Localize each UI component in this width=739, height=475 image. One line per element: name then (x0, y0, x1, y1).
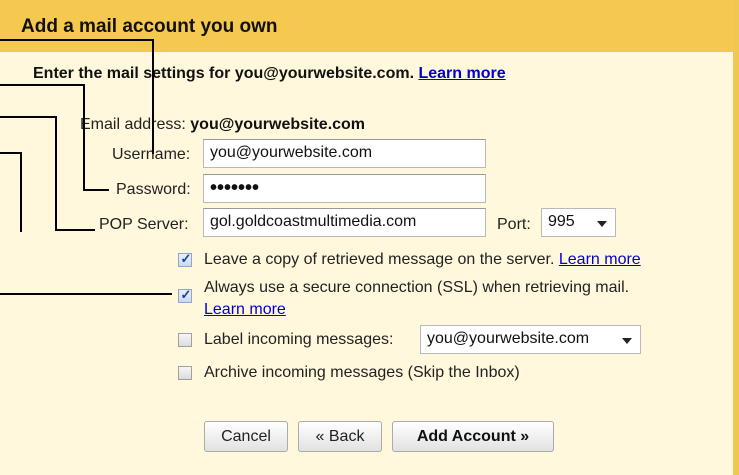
label-select[interactable]: you@yourwebsite.com (420, 325, 641, 354)
dropdown-arrow-icon (622, 338, 632, 344)
callout-line-pop-h (55, 229, 95, 231)
pop-server-label: POP Server: (99, 216, 189, 233)
email-label: Email address: (80, 116, 186, 133)
back-button[interactable]: « Back (298, 421, 382, 452)
label-select-value: you@yourwebsite.com (427, 330, 590, 347)
label-incoming-label: Label incoming messages: (204, 331, 394, 348)
ssl-checkbox[interactable]: ✓ (178, 287, 192, 303)
right-border (733, 0, 739, 475)
archive-checkbox[interactable] (178, 366, 192, 380)
callout-line-port (0, 152, 22, 154)
callout-line-password (0, 84, 85, 86)
dialog-subtitle: Enter the mail settings for you@yourwebs… (33, 65, 506, 83)
email-address-row: Email address: you@yourwebsite.com (80, 116, 365, 134)
port-select[interactable]: 995 (541, 208, 616, 237)
dropdown-arrow-icon (597, 221, 607, 227)
password-value: ••••••• (210, 177, 260, 199)
callout-line-port-v (20, 152, 22, 232)
port-label: Port: (497, 216, 531, 233)
pop-server-input[interactable]: gol.goldcoastmultimedia.com (203, 208, 486, 237)
checkmark-icon: ✓ (180, 251, 192, 266)
password-input[interactable]: ••••••• (203, 174, 486, 203)
email-value: you@yourwebsite.com (190, 116, 366, 133)
subtitle-text: Enter the mail settings for you@yourwebs… (33, 65, 415, 82)
dialog-title: Add a mail account you own (21, 16, 278, 37)
callout-line-ssl (0, 293, 172, 295)
leave-copy-checkbox[interactable]: ✓ (178, 251, 192, 267)
leave-copy-row: Leave a copy of retrieved message on the… (204, 251, 641, 269)
ssl-learn-more-row: Learn more (204, 301, 286, 319)
callout-line-password-v (83, 84, 85, 191)
learn-more-link[interactable]: Learn more (418, 65, 505, 82)
archive-label: Archive incoming messages (Skip the Inbo… (204, 364, 520, 381)
pop-server-value: gol.goldcoastmultimedia.com (210, 213, 417, 230)
cancel-button[interactable]: Cancel (204, 421, 288, 452)
callout-line-password-h (83, 189, 109, 191)
add-account-button[interactable]: Add Account » (392, 421, 554, 452)
checkmark-icon: ✓ (180, 287, 192, 302)
ssl-learn-more-link[interactable]: Learn more (204, 301, 286, 318)
username-input[interactable]: you@yourwebsite.com (203, 139, 486, 168)
label-incoming-checkbox[interactable] (178, 333, 192, 347)
username-value: you@yourwebsite.com (210, 144, 373, 161)
callout-line-pop-v (55, 116, 57, 231)
port-value: 995 (548, 213, 575, 230)
password-label: Password: (116, 181, 191, 198)
leave-copy-learn-more-link[interactable]: Learn more (559, 251, 641, 268)
callout-line-username-v (152, 39, 154, 154)
callout-line-pop (0, 116, 57, 118)
leave-copy-label: Leave a copy of retrieved message on the… (204, 251, 555, 268)
callout-line-username (0, 39, 154, 41)
ssl-label: Always use a secure connection (SSL) whe… (204, 279, 630, 296)
